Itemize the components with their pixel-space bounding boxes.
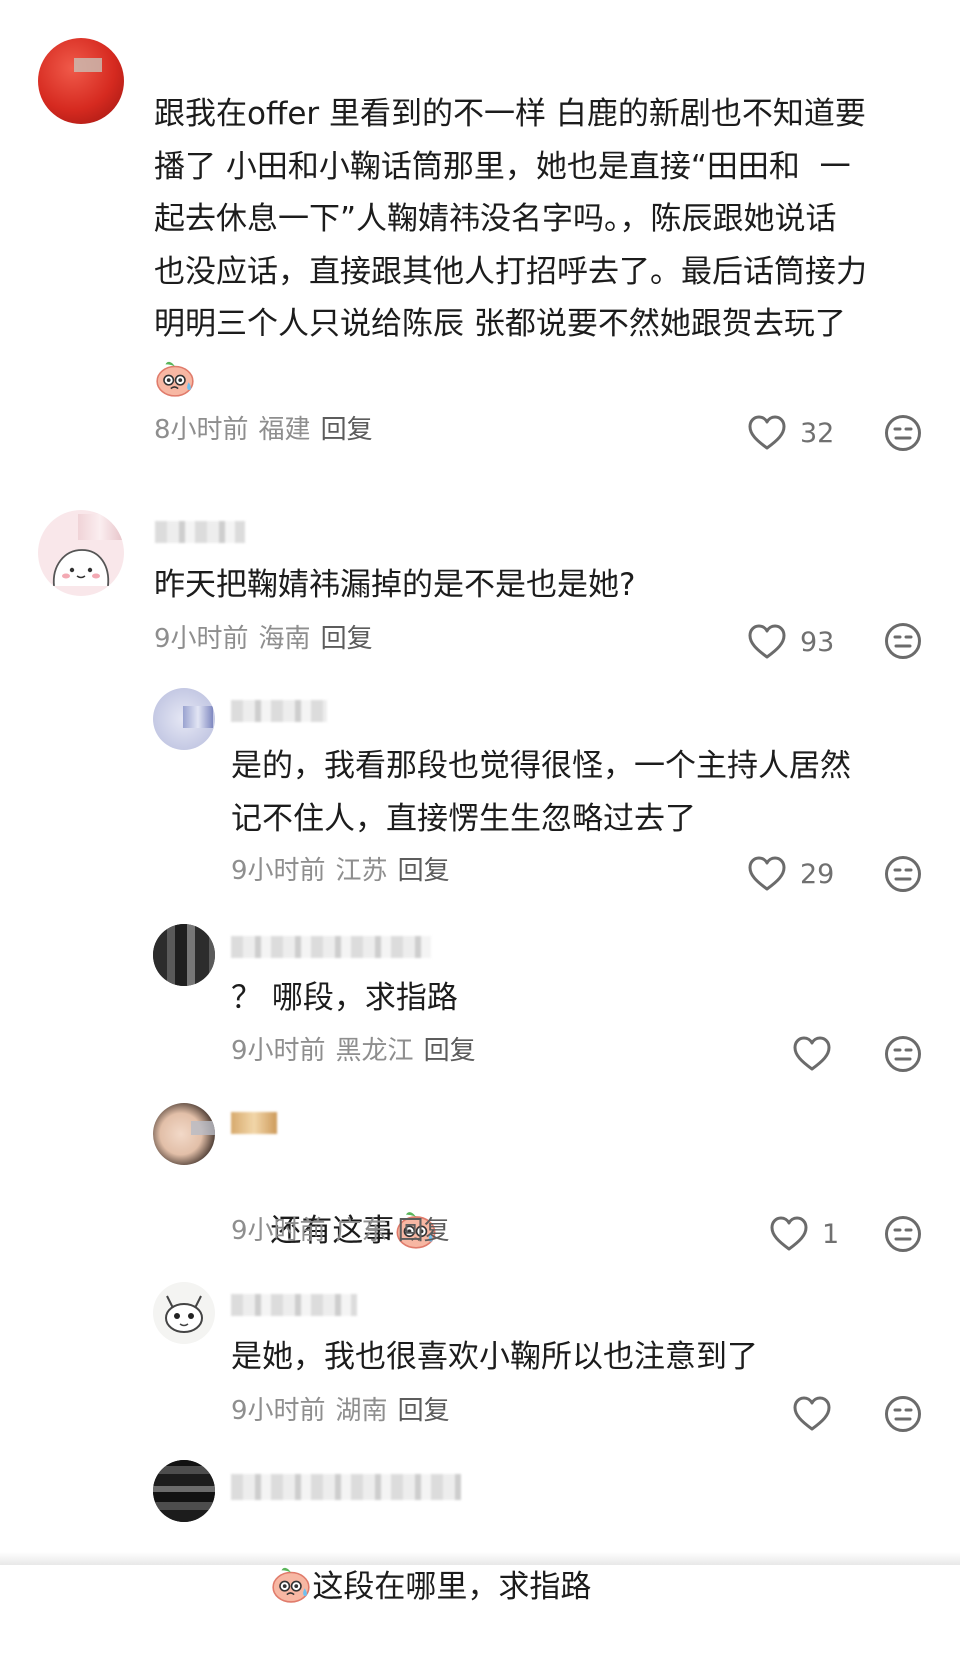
- apple-avatar[interactable]: [38, 38, 124, 124]
- heart-icon: [748, 856, 786, 892]
- comment-time: 8小时前: [154, 415, 249, 445]
- heart-icon: [793, 1396, 831, 1432]
- photo-avatar[interactable]: [153, 1103, 215, 1165]
- comment-meta: 9小时前 海南 回复: [154, 624, 383, 654]
- comment-time: 9小时前: [154, 624, 249, 654]
- reply-button[interactable]: 回复: [424, 1036, 476, 1066]
- heart-icon: [748, 415, 786, 451]
- comment-meta: 8小时前 福建 回复: [154, 415, 383, 445]
- reply-button[interactable]: 回复: [321, 624, 373, 654]
- like-button[interactable]: [793, 1034, 831, 1074]
- meh-face-icon[interactable]: [884, 622, 922, 660]
- meh-face-icon[interactable]: [884, 1035, 922, 1073]
- comment-text: ？ 哪段，求指路: [231, 980, 458, 1016]
- like-button[interactable]: 93: [748, 622, 834, 662]
- comment-location: 广东: [335, 1216, 388, 1246]
- like-count: 32: [800, 417, 835, 449]
- comment-text: 是她，我也很喜欢小鞠所以也注意到了: [231, 1339, 758, 1375]
- comment-text: 跟我在offer 里看到的不一样 白鹿的新剧也不知道要 播了 小田和小鞠话筒那里…: [154, 96, 867, 342]
- sketch-avatar[interactable]: [153, 1282, 215, 1344]
- reply-button[interactable]: 回复: [321, 415, 373, 445]
- username-blurred: [231, 1294, 357, 1316]
- meh-face-icon[interactable]: [884, 855, 922, 893]
- peach-sweat-emoji-icon: [270, 1563, 312, 1603]
- username-blurred: [231, 936, 431, 958]
- username-blurred: [155, 521, 245, 543]
- comment-text: 这段在哪里，求指路: [231, 1508, 591, 1666]
- blurred-avatar[interactable]: [153, 924, 215, 986]
- like-count: 29: [800, 858, 835, 890]
- comment-meta: 9小时前 湖南 回复: [231, 1396, 460, 1426]
- like-button[interactable]: 1: [770, 1214, 839, 1254]
- peach-sweat-emoji-icon: [154, 357, 196, 397]
- heart-icon: [793, 1036, 831, 1072]
- blurred-avatar[interactable]: [153, 688, 215, 750]
- comment-meta: 9小时前 江苏 回复: [231, 856, 460, 886]
- like-button[interactable]: 32: [748, 413, 834, 453]
- comment-location: 湖南: [335, 1396, 388, 1426]
- cartoon-avatar[interactable]: [38, 510, 124, 596]
- like-button[interactable]: 29: [748, 854, 834, 894]
- comment-meta: 9小时前 黑龙江 回复: [231, 1036, 486, 1066]
- meh-face-icon[interactable]: [884, 1395, 922, 1433]
- username-blurred: [231, 1474, 461, 1500]
- comment-location: 福建: [258, 415, 311, 445]
- comment-time: 9小时前: [231, 1036, 326, 1066]
- reply-button[interactable]: 回复: [398, 856, 450, 886]
- blurred-avatar[interactable]: [153, 1460, 215, 1522]
- like-count: 93: [800, 626, 835, 658]
- reply-button[interactable]: 回复: [398, 1396, 450, 1426]
- bottom-fade: [0, 1552, 960, 1565]
- comment-text: 是的，我看那段也觉得很怪，一个主持人居然 记不住人，直接愣生生忽略过去了: [231, 748, 851, 837]
- username-blurred: [231, 1112, 277, 1134]
- meh-face-icon[interactable]: [884, 414, 922, 452]
- comment-text: 昨天把鞠婧祎漏掉的是不是也是她?: [154, 567, 636, 603]
- comment-location: 江苏: [335, 856, 388, 886]
- comment-meta: 9小时前 广东 回复: [231, 1216, 460, 1246]
- heart-icon: [748, 624, 786, 660]
- comment-location: 海南: [258, 624, 311, 654]
- username-blurred: [231, 700, 327, 722]
- comment-time: 9小时前: [231, 1396, 326, 1426]
- like-button[interactable]: [793, 1394, 831, 1434]
- comment-time: 9小时前: [231, 1216, 326, 1246]
- comment-location: 黑龙江: [335, 1036, 414, 1066]
- comment-text-body: 这段在哪里，求指路: [312, 1568, 592, 1605]
- meh-face-icon[interactable]: [884, 1215, 922, 1253]
- reply-button[interactable]: 回复: [398, 1216, 450, 1246]
- like-count: 1: [822, 1218, 840, 1250]
- comment-time: 9小时前: [231, 856, 326, 886]
- heart-icon: [770, 1216, 808, 1252]
